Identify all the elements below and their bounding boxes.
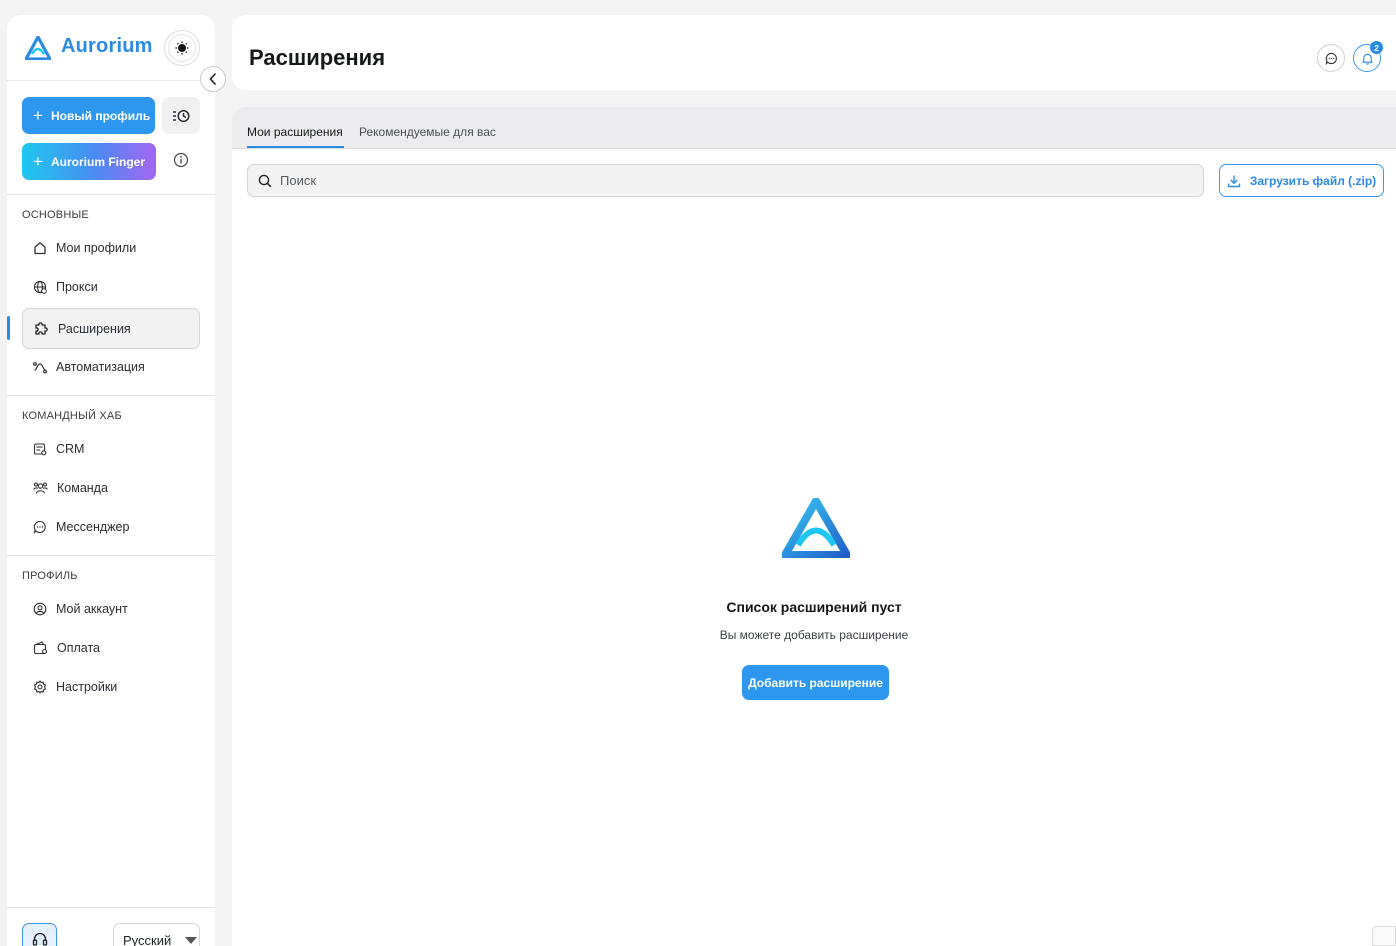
aurorium-finger-button[interactable]: + Aurorium Finger	[22, 143, 156, 180]
sidebar-item-my-account[interactable]: Мой аккаунт	[22, 590, 200, 628]
logo-row: Aurorium	[7, 15, 215, 81]
tab-recommended[interactable]: Рекомендуемые для вас	[359, 125, 496, 139]
team-icon	[33, 482, 48, 494]
upload-label: Загрузить файл (.zip)	[1249, 173, 1377, 188]
chat-icon	[1325, 52, 1337, 65]
new-profile-button[interactable]: + Новый профиль	[22, 97, 155, 134]
brand-name: Aurorium	[61, 35, 153, 57]
chevron-down-icon	[185, 937, 198, 944]
divider	[7, 907, 215, 908]
divider	[7, 395, 215, 396]
sidebar-item-proxy[interactable]: Прокси	[22, 268, 200, 306]
tab-bar: Мои расширения Рекомендуемые для вас	[232, 107, 1396, 149]
sidebar-item-automation[interactable]: Автоматизация	[22, 348, 200, 386]
sidebar-item-messenger[interactable]: Мессенджер	[22, 508, 200, 546]
sidebar-item-label: Автоматизация	[56, 360, 145, 374]
language-value: Русский	[123, 933, 172, 946]
puzzle-icon	[35, 322, 48, 335]
messages-button[interactable]	[1317, 44, 1345, 72]
wallet-icon	[33, 641, 48, 655]
sidebar-item-crm[interactable]: CRM	[22, 430, 200, 468]
sidebar-item-label: Мои профили	[56, 241, 137, 255]
notification-count-badge: 2	[1370, 41, 1383, 54]
history-icon	[173, 109, 190, 122]
active-tab-indicator	[247, 146, 344, 148]
sidebar-item-label: Мессенджер	[56, 520, 130, 534]
chevron-left-icon	[209, 72, 217, 86]
divider	[7, 194, 215, 195]
tab-my-extensions[interactable]: Мои расширения	[247, 125, 343, 139]
sidebar-item-label: Прокси	[56, 280, 98, 294]
sidebar-item-label: Оплата	[57, 641, 100, 655]
add-extension-button[interactable]: Добавить расширение	[742, 665, 889, 700]
sidebar-item-extensions[interactable]: Расширения	[22, 308, 200, 349]
sidebar-item-label: CRM	[56, 442, 85, 456]
globe-icon	[33, 280, 47, 294]
empty-state-title: Список расширений пуст	[726, 599, 902, 615]
aurorium-logo-icon	[782, 498, 850, 558]
upload-zip-button[interactable]: Загрузить файл (.zip)	[1219, 164, 1384, 197]
active-indicator	[7, 316, 10, 340]
sidebar-item-label: Расширения	[58, 321, 131, 336]
headset-icon	[32, 932, 47, 946]
history-button[interactable]	[162, 97, 200, 134]
crm-icon	[33, 443, 47, 456]
plus-icon: +	[33, 106, 43, 125]
sidebar: Aurorium + Новый профиль + Aurorium Fing…	[7, 15, 215, 946]
corner-tab-stub	[1372, 926, 1396, 946]
user-circle-icon	[33, 602, 47, 616]
sidebar-item-settings[interactable]: Настройки	[22, 668, 200, 706]
new-profile-label: Новый профиль	[51, 108, 151, 123]
chat-icon	[33, 520, 46, 534]
page-title: Расширения	[249, 45, 386, 70]
sidebar-item-label: Мой аккаунт	[56, 602, 128, 616]
info-icon[interactable]	[173, 152, 189, 168]
download-icon	[1227, 175, 1241, 187]
home-icon	[34, 242, 46, 255]
collapse-sidebar-button[interactable]	[200, 66, 226, 92]
support-button[interactable]	[22, 923, 57, 946]
theme-toggle-button[interactable]	[164, 30, 200, 66]
section-title-main: ОСНОВНЫЕ	[22, 209, 89, 221]
section-title-profile: ПРОФИЛЬ	[22, 570, 78, 582]
page-header: Расширения 2	[232, 15, 1396, 90]
section-title-team-hub: КОМАНДНЫЙ ХАБ	[22, 410, 122, 422]
aurorium-logo-icon	[25, 36, 51, 60]
automation-icon	[33, 362, 47, 374]
search-box	[247, 164, 1204, 197]
search-input[interactable]	[280, 173, 1180, 188]
sidebar-item-team[interactable]: Команда	[22, 469, 200, 507]
sidebar-item-payment[interactable]: Оплата	[22, 629, 200, 667]
sun-icon	[175, 41, 189, 55]
aurorium-finger-label: Aurorium Finger	[51, 154, 146, 169]
divider	[7, 555, 215, 556]
gear-icon	[33, 680, 47, 694]
sidebar-item-label: Команда	[57, 481, 108, 495]
bell-icon	[1361, 53, 1373, 65]
main-content: Мои расширения Рекомендуемые для вас Заг…	[232, 107, 1396, 946]
plus-icon: +	[33, 152, 43, 171]
empty-state-subtitle: Вы можете добавить расширение	[719, 628, 909, 642]
language-select[interactable]: Русский	[113, 923, 200, 946]
sidebar-item-my-profiles[interactable]: Мои профили	[22, 229, 200, 267]
sidebar-item-label: Настройки	[56, 680, 118, 694]
search-icon	[258, 174, 272, 187]
